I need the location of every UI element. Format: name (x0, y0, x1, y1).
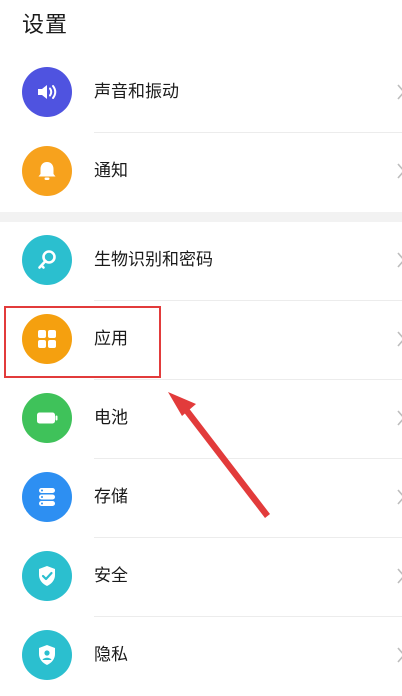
settings-item-notifications[interactable]: 通知 (0, 133, 402, 212)
privacy-icon (22, 630, 72, 680)
section-separator (0, 212, 402, 222)
settings-item-security[interactable]: 安全 (0, 538, 402, 617)
chevron-right-icon (397, 410, 402, 426)
settings-item-label: 电池 (94, 408, 128, 428)
settings-item-label: 安全 (94, 566, 128, 586)
settings-item-label: 存储 (94, 487, 128, 507)
storage-icon (22, 472, 72, 522)
highlight-box (4, 306, 161, 378)
chevron-right-icon (397, 163, 402, 179)
settings-item-label: 生物识别和密码 (94, 250, 213, 270)
chevron-right-icon (397, 84, 402, 100)
chevron-right-icon (397, 331, 402, 347)
key-icon (22, 235, 72, 285)
page-title: 设置 (22, 13, 69, 38)
settings-item-storage[interactable]: 存储 (0, 459, 402, 538)
settings-item-label: 隐私 (94, 645, 128, 665)
chevron-right-icon (397, 489, 402, 505)
settings-item-privacy[interactable]: 隐私 (0, 617, 402, 696)
settings-item-label: 通知 (94, 161, 128, 181)
chevron-right-icon (397, 252, 402, 268)
settings-item-sound[interactable]: 声音和振动 (0, 54, 402, 133)
chevron-right-icon (397, 647, 402, 663)
settings-group-sound-notify: 声音和振动 通知 (0, 54, 402, 212)
settings-group-main: 生物识别和密码 应用 电池 存储 安全 隐私 (0, 222, 402, 696)
shield-check-icon (22, 551, 72, 601)
bell-icon (22, 146, 72, 196)
speaker-icon (22, 67, 72, 117)
settings-item-label: 声音和振动 (94, 82, 179, 102)
battery-icon (22, 393, 72, 443)
settings-item-biometrics[interactable]: 生物识别和密码 (0, 222, 402, 301)
chevron-right-icon (397, 568, 402, 584)
settings-item-battery[interactable]: 电池 (0, 380, 402, 459)
